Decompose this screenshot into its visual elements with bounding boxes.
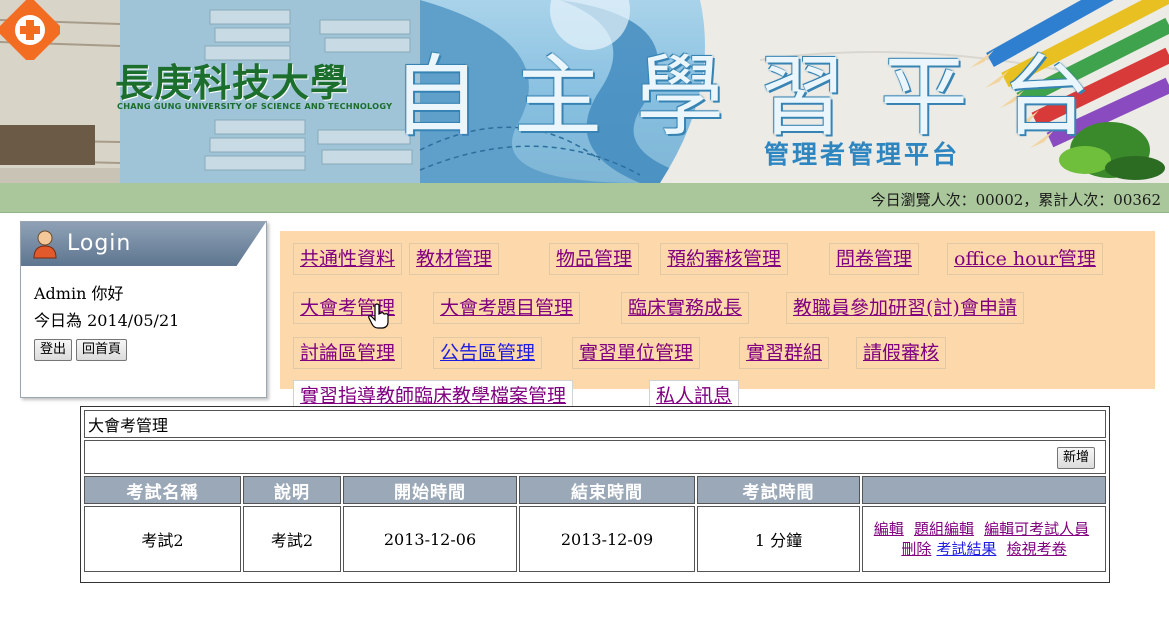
university-name-en: CHANG GUNG UNIVERSITY OF SCIENCE AND TEC… — [117, 101, 393, 111]
user-icon — [33, 230, 57, 259]
university-name: 長庚科技大學 — [115, 61, 350, 105]
exam-actions: 編輯 題組編輯 編輯可考試人員 刪除 考試結果 檢視考卷 — [862, 506, 1106, 572]
exam-name: 考試2 — [84, 506, 241, 572]
edit-question-group-link[interactable]: 題組編輯 — [914, 520, 974, 538]
login-header: Login — [21, 222, 266, 266]
menu-exam-questions[interactable]: 大會考題目管理 — [433, 292, 581, 324]
login-title: Login — [67, 231, 132, 256]
delete-link[interactable]: 刪除 — [901, 540, 931, 558]
exam-start-time: 2013-12-06 — [343, 506, 517, 572]
table-header-row: 考試名稱 說明 開始時間 結束時間 考試時間 — [84, 476, 1106, 504]
menu-clinical-growth[interactable]: 臨床實務成長 — [621, 292, 750, 324]
platform-title: 自主學習平台 — [392, 45, 1125, 148]
menu-leave-review[interactable]: 請假審核 — [856, 337, 947, 369]
menu-internship-units[interactable]: 實習單位管理 — [572, 337, 701, 369]
platform-subtitle: 管理者管理平台 — [764, 140, 961, 169]
table-caption: 大會考管理 — [84, 410, 1106, 438]
login-panel: Login Admin 你好 今日為 2014/05/21 登出 回首頁 — [20, 221, 267, 398]
view-papers-link[interactable]: 檢視考卷 — [1007, 540, 1067, 558]
site-banner: 長庚科技大學 CHANG GUNG UNIVERSITY OF SCIENCE … — [0, 0, 1169, 183]
menu-items[interactable]: 物品管理 — [549, 243, 640, 275]
login-date: 今日為 2014/05/21 — [34, 311, 180, 330]
menu-office-hour[interactable]: office hour管理 — [947, 243, 1103, 275]
login-greeting: Admin 你好 — [34, 284, 124, 303]
exam-description: 考試2 — [243, 506, 341, 572]
column-header: 考試名稱 — [84, 476, 241, 504]
column-header: 結束時間 — [519, 476, 695, 504]
column-header: 考試時間 — [697, 476, 860, 504]
menu-materials[interactable]: 教材管理 — [409, 243, 500, 275]
add-exam-button[interactable]: 新增 — [1056, 446, 1095, 469]
exam-end-time: 2013-12-09 — [519, 506, 695, 572]
visitor-counter-bar: 今日瀏覽人次：00002，累計人次：00362 — [0, 183, 1169, 213]
university-logo-icon — [0, 0, 60, 60]
logout-button[interactable]: 登出 — [34, 339, 73, 361]
menu-internship-groups[interactable]: 實習群組 — [739, 337, 830, 369]
menu-reservation-review[interactable]: 預約審核管理 — [660, 243, 789, 275]
edit-link[interactable]: 編輯 — [874, 520, 904, 538]
exam-duration: 1 分鐘 — [697, 506, 860, 572]
edit-examinees-link[interactable]: 編輯可考試人員 — [984, 520, 1089, 538]
hand-cursor-icon — [368, 303, 389, 329]
exam-management-table: 大會考管理 新增 考試名稱 說明 開始時間 結束時間 考試時間 考試2 考試2 … — [80, 406, 1110, 583]
column-header-actions — [862, 476, 1106, 504]
column-header: 開始時間 — [343, 476, 517, 504]
menu-questionnaire[interactable]: 問卷管理 — [829, 243, 920, 275]
column-header: 說明 — [243, 476, 341, 504]
visitor-counter: 今日瀏覽人次：00002，累計人次：00362 — [870, 191, 1161, 209]
menu-announcements[interactable]: 公告區管理 — [433, 337, 543, 369]
menu-staff-seminar[interactable]: 教職員參加研習(討)會申請 — [786, 292, 1024, 324]
menu-common-data[interactable]: 共通性資料 — [293, 243, 403, 275]
home-button[interactable]: 回首頁 — [76, 339, 128, 361]
exam-results-link[interactable]: 考試結果 — [936, 540, 996, 558]
table-row: 考試2 考試2 2013-12-06 2013-12-09 1 分鐘 編輯 題組… — [84, 506, 1106, 572]
menu-forum[interactable]: 討論區管理 — [293, 337, 403, 369]
